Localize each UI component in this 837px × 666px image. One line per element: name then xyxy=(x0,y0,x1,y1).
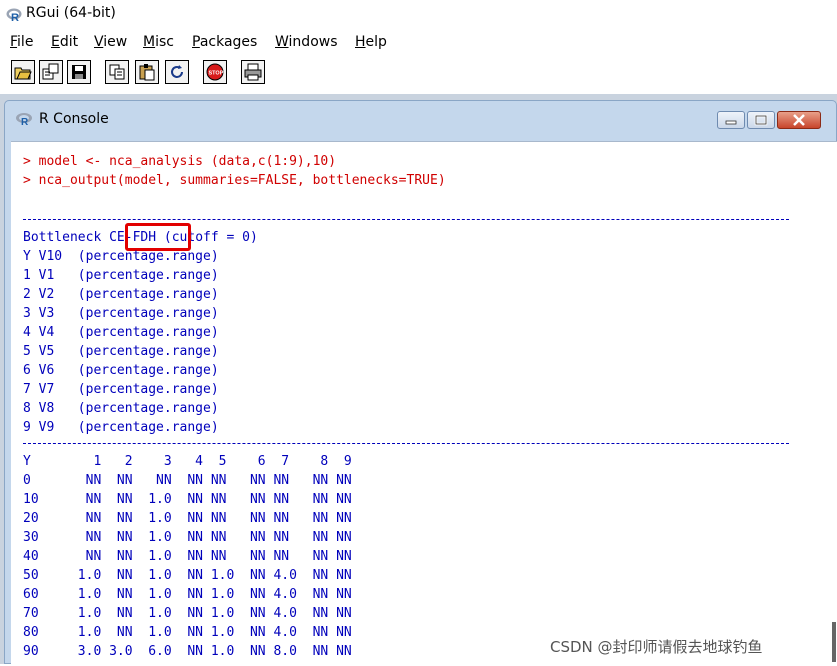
variable-line: Y V10 (percentage.range) xyxy=(23,249,219,264)
open-script-icon xyxy=(14,67,32,80)
refresh-icon xyxy=(171,65,183,78)
stop-button[interactable]: STOP xyxy=(203,60,227,84)
menu-misc[interactable]: Misc xyxy=(143,34,174,50)
stop-icon: STOP xyxy=(206,63,224,81)
open-script-button[interactable] xyxy=(11,60,35,84)
table-row: 20 NN NN 1.0 NN NN NN NN NN NN xyxy=(23,511,352,526)
refresh-button[interactable] xyxy=(165,60,189,84)
variable-line: 2 V2 (percentage.range) xyxy=(23,287,219,302)
svg-text:STOP: STOP xyxy=(209,71,224,77)
print-button[interactable] xyxy=(241,60,265,84)
command-line: > nca_output(model, summaries=FALSE, bot… xyxy=(23,173,446,188)
table-row: 50 1.0 NN 1.0 NN 1.0 NN 4.0 NN NN xyxy=(23,568,352,583)
separator-line xyxy=(23,219,789,220)
load-workspace-button[interactable] xyxy=(39,60,63,84)
menu-bar: File Edit View Misc Packages Windows Hel… xyxy=(0,32,837,56)
r-console-window: R R Console > model <- nca_analysis (dat… xyxy=(4,100,837,666)
save-icon xyxy=(72,65,86,79)
copy-icon xyxy=(109,64,125,80)
table-row: 60 1.0 NN 1.0 NN 1.0 NN 4.0 NN NN xyxy=(23,587,352,602)
table-row: 0 NN NN NN NN NN NN NN NN NN xyxy=(23,473,352,488)
table-row: 40 NN NN 1.0 NN NN NN NN NN NN xyxy=(23,549,352,564)
copy-button[interactable] xyxy=(105,60,129,84)
svg-text:R: R xyxy=(21,117,29,126)
minimize-icon xyxy=(725,120,737,125)
toolbar: STOP xyxy=(0,56,837,95)
mdi-workspace: R R Console > model <- nca_analysis (dat… xyxy=(0,94,837,666)
separator-line xyxy=(23,443,789,444)
variable-line: 6 V6 (percentage.range) xyxy=(23,363,219,378)
restore-icon xyxy=(754,114,768,126)
variable-line: 4 V4 (percentage.range) xyxy=(23,325,219,340)
print-icon xyxy=(244,63,262,81)
paste-button[interactable] xyxy=(135,60,159,84)
table-row: 30 NN NN 1.0 NN NN NN NN NN NN xyxy=(23,530,352,545)
svg-text:R: R xyxy=(11,12,19,23)
close-icon xyxy=(793,114,805,126)
variable-line: 5 V5 (percentage.range) xyxy=(23,344,219,359)
variable-line: 8 V8 (percentage.range) xyxy=(23,401,219,416)
menu-edit[interactable]: Edit xyxy=(51,34,78,50)
maximize-button[interactable] xyxy=(747,111,775,129)
menu-packages[interactable]: Packages xyxy=(192,34,257,50)
close-button[interactable] xyxy=(777,111,821,129)
watermark: CSDN @封印师请假去地球钓鱼 xyxy=(550,638,763,656)
console-output[interactable]: > model <- nca_analysis (data,c(1:9),10)… xyxy=(11,141,837,666)
table-row: 70 1.0 NN 1.0 NN 1.0 NN 4.0 NN NN xyxy=(23,606,352,621)
table-row: 80 1.0 NN 1.0 NN 1.0 NN 4.0 NN NN xyxy=(23,625,352,640)
menu-windows[interactable]: Windows xyxy=(275,34,338,50)
title-bar: R RGui (64-bit) xyxy=(0,0,837,30)
paste-icon xyxy=(139,64,155,81)
menu-file[interactable]: File xyxy=(10,34,33,50)
variable-line: 7 V7 (percentage.range) xyxy=(23,382,219,397)
table-row: 90 3.0 3.0 6.0 NN 1.0 NN 8.0 NN NN xyxy=(23,644,352,659)
load-workspace-icon xyxy=(42,63,59,80)
window-title: RGui (64-bit) xyxy=(26,5,116,21)
variable-line: 1 V1 (percentage.range) xyxy=(23,268,219,283)
save-button[interactable] xyxy=(67,60,91,84)
menu-help[interactable]: Help xyxy=(355,34,387,50)
menu-view[interactable]: View xyxy=(94,34,127,50)
minimize-button[interactable] xyxy=(717,111,745,129)
table-header: Y 1 2 3 4 5 6 7 8 9 xyxy=(23,454,352,469)
variable-line: 9 V9 (percentage.range) xyxy=(23,420,219,435)
console-title: R Console xyxy=(39,111,109,127)
r-logo-icon: R xyxy=(6,8,22,23)
r-logo-icon: R xyxy=(16,113,32,126)
command-line: > model <- nca_analysis (data,c(1:9),10) xyxy=(23,154,337,169)
table-row: 10 NN NN 1.0 NN NN NN NN NN NN xyxy=(23,492,352,507)
scrollbar-thumb[interactable] xyxy=(832,622,836,662)
variable-line: 3 V3 (percentage.range) xyxy=(23,306,219,321)
